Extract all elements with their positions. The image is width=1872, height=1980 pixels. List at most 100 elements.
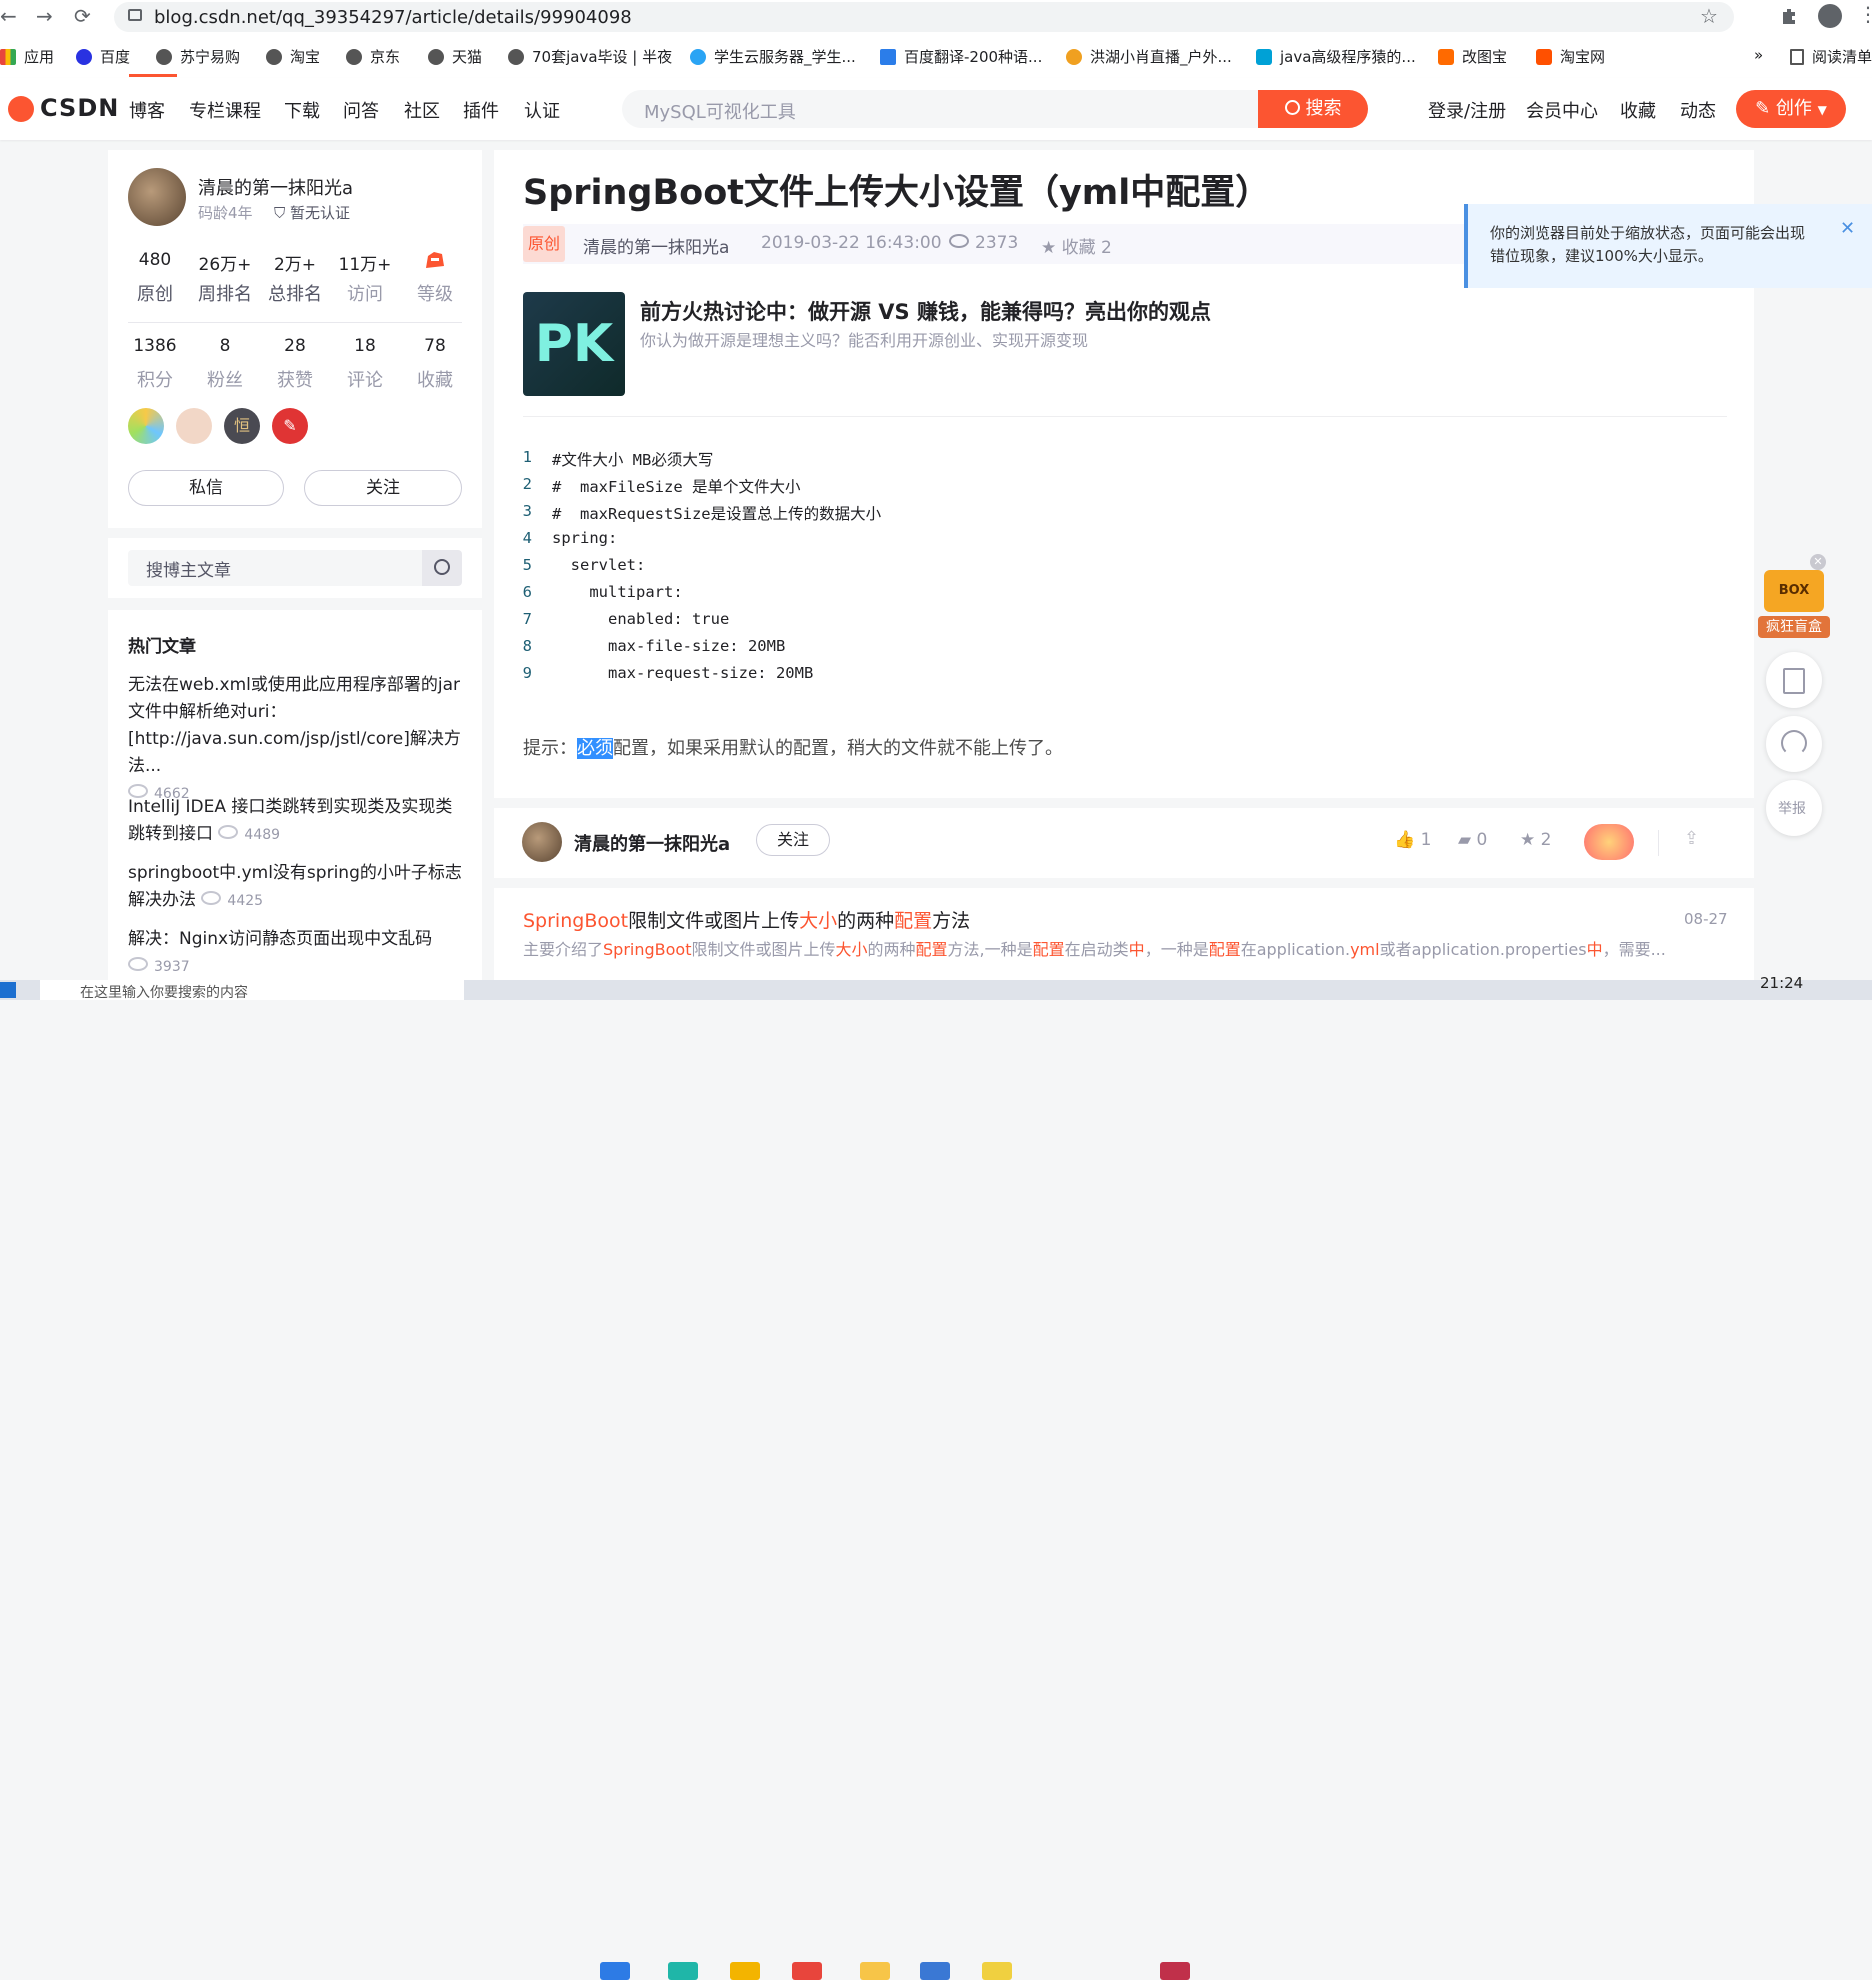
follow-button[interactable]: 关注 [304,470,462,506]
csdn-logo[interactable]: CSDN [8,92,118,126]
badge-persistence-icon[interactable]: 恒 [224,408,260,444]
vip-center-link[interactable]: 会员中心 [1526,97,1598,123]
title-keyword: 配置 [894,910,933,932]
url-text[interactable]: blog.csdn.net/qq_39354297/article/detail… [154,7,632,28]
folder-icon[interactable] [860,1962,890,1980]
selected-text: 必须 [577,738,613,759]
app-icon[interactable] [668,1962,698,1980]
edit-float-button[interactable] [1766,652,1822,708]
bookmark-translate[interactable]: 百度翻译-200种语... [880,46,1042,67]
author-avatar[interactable] [522,822,562,862]
hot-article-1[interactable]: 无法在web.xml或使用此应用程序部署的jar文件中解析绝对uri：[http… [128,672,468,808]
app-icon[interactable] [920,1962,950,1980]
bookmark-baidu[interactable]: 百度 [76,46,130,67]
close-icon[interactable]: ✕ [1810,554,1826,570]
nav-courses[interactable]: 专栏课程 [189,97,261,123]
login-link[interactable]: 登录/注册 [1428,97,1506,123]
bookmark-live[interactable]: 洪湖小肖直播_户外... [1066,46,1232,67]
report-float-button[interactable]: 举报 [1766,780,1822,836]
hot-article-title[interactable]: springboot中.yml没有spring的小叶子标志解决办法 [128,863,462,910]
nav-certification[interactable]: 认证 [524,97,560,123]
comment-button[interactable]: ▰ 0 [1458,830,1487,850]
star-button[interactable]: ★ 2 [1520,830,1551,850]
blog-search-input[interactable]: 搜博主文章 [128,550,422,586]
avatar[interactable] [128,168,186,226]
reload-icon[interactable]: ⟳ [74,4,91,28]
line-number: 6 [522,583,532,601]
author-follow-button[interactable]: 关注 [756,824,830,856]
star-icon[interactable]: ☆ [1700,4,1718,28]
desc-keyword: 配置 [1032,940,1065,959]
logo-mark-icon [8,96,34,122]
nav-download[interactable]: 下载 [284,97,320,123]
bookmark-taobao[interactable]: 淘宝 [266,46,320,67]
nav-community[interactable]: 社区 [404,97,440,123]
site-search-button[interactable]: 搜索 [1258,90,1368,128]
app-icon[interactable] [792,1962,822,1980]
bookmark-bilibili[interactable]: java高级程序猿的... [1256,46,1416,67]
app-icon[interactable] [982,1962,1012,1980]
extensions-icon[interactable] [1780,6,1800,26]
level-icon[interactable] [424,250,446,270]
promo-title[interactable]: 前方火热讨论中：做开源 VS 赚钱，能兼得吗？亮出你的观点 [640,296,1211,326]
chrome-icon[interactable] [730,1962,760,1980]
author-name[interactable]: 清晨的第一抹阳光a [574,830,730,856]
favorites-link[interactable]: 收藏 [1620,97,1656,123]
bookmark-suning[interactable]: 苏宁易购 [156,46,240,67]
bookmark-cloud[interactable]: 学生云服务器_学生... [690,46,856,67]
article-views: 2373 [949,233,1018,253]
more-bookmarks-icon[interactable]: » [1754,46,1763,64]
back-icon[interactable]: ← [0,4,17,28]
site-search-field[interactable]: MySQL可视化工具 [622,90,1258,128]
close-icon[interactable]: ✕ [1840,218,1855,239]
blog-search-button[interactable] [422,550,462,586]
hot-article-views: 4489 [218,825,280,843]
bookmark-jd[interactable]: 京东 [346,46,400,67]
nav-plugins[interactable]: 插件 [463,97,499,123]
nav-qa[interactable]: 问答 [343,97,379,123]
reading-list[interactable]: 阅读清单 [1790,46,1872,67]
desc-text: 或者application.properties [1379,940,1587,959]
app-icon[interactable] [1160,1962,1190,1980]
badge-monkey-icon[interactable] [176,408,212,444]
address-bar[interactable]: blog.csdn.net/qq_39354297/article/detail… [114,2,1734,32]
profile-icon[interactable] [1818,4,1842,28]
support-float-button[interactable] [1766,716,1822,772]
reward-icon[interactable] [1584,824,1634,860]
like-button[interactable]: 👍 1 [1394,830,1431,850]
message-button[interactable]: 私信 [128,470,284,506]
bookmark-gaitubao[interactable]: 改图宝 [1438,46,1507,67]
article-favorites[interactable]: ★ 收藏 2 [1041,233,1112,258]
bookmarks-bar: 应用 百度 苏宁易购 淘宝 京东 天猫 70套java毕设 | 半夜 学生云服务… [0,36,1872,79]
badge-pen-icon[interactable]: ✎ [272,408,308,444]
search-icon [1284,100,1300,115]
create-button[interactable]: ✎ 创作 ▼ [1736,90,1846,128]
hot-article-title[interactable]: 无法在web.xml或使用此应用程序部署的jar文件中解析绝对uri：[http… [128,675,461,776]
hot-article-title[interactable]: 解决：Nginx访问静态页面出现中文乱码 [128,929,432,949]
reading-list-icon [1790,49,1804,65]
taskbar-search-box[interactable]: 在这里输入你要搜索的内容 [40,980,464,1001]
stat-likes-label: 获赞 [277,370,313,391]
profile-name[interactable]: 清晨的第一抹阳光a [198,174,353,200]
windows-start-icon[interactable] [0,982,16,998]
activity-link[interactable]: 动态 [1680,97,1716,123]
recommend-title[interactable]: SpringBoot限制文件或图片上传大小的两种配置方法 [523,906,970,933]
share-icon[interactable]: ⇪ [1684,828,1699,849]
comment-count: 0 [1476,830,1488,850]
blindbox-widget[interactable]: ✕ BOX 疯狂盲盒 [1756,554,1832,640]
nav-blog[interactable]: 博客 [129,97,165,123]
hot-article-3[interactable]: springboot中.yml没有spring的小叶子标志解决办法 4425 [128,860,468,915]
bookmark-taobao-net[interactable]: 淘宝网 [1536,46,1605,67]
forward-icon[interactable]: → [36,4,53,28]
promo-pk-image[interactable]: PK [523,292,625,396]
bookmark-tmall[interactable]: 天猫 [428,46,482,67]
bookmark-java-projects[interactable]: 70套java毕设 | 半夜 [508,46,672,67]
hot-article-4[interactable]: 解决：Nginx访问静态页面出现中文乱码 3937 [128,926,468,981]
hot-article-title[interactable]: IntelliJ IDEA 接口类跳转到实现类及实现类跳转到接口 [128,797,452,844]
bookmark-apps[interactable]: 应用 [0,46,54,67]
menu-icon[interactable]: ⋮ [1858,2,1872,26]
hot-article-2[interactable]: IntelliJ IDEA 接口类跳转到实现类及实现类跳转到接口 4489 [128,794,468,849]
badge-rainbow-icon[interactable] [128,408,164,444]
article-author[interactable]: 清晨的第一抹阳光a [583,233,729,258]
app-icon[interactable] [600,1962,630,1980]
